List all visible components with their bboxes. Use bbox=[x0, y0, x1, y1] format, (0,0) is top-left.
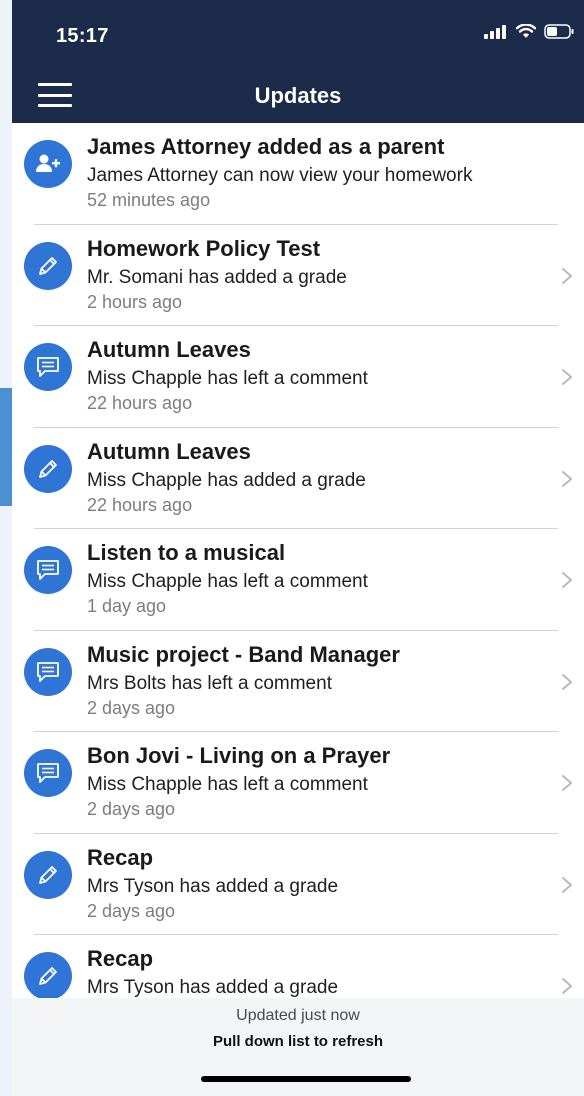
wifi-icon bbox=[516, 24, 536, 38]
left-edge-tab bbox=[0, 388, 12, 506]
update-timestamp: 2 days ago bbox=[87, 799, 176, 819]
update-subtitle: Mr. Somani has added a grade bbox=[87, 266, 347, 288]
update-title: Music project - Band Manager bbox=[87, 641, 400, 667]
update-row[interactable]: Autumn Leaves Miss Chapple has left a com… bbox=[12, 326, 584, 428]
comment-icon bbox=[24, 343, 72, 391]
signal-icon bbox=[484, 24, 506, 39]
pencil-icon bbox=[24, 952, 72, 998]
update-row[interactable]: Listen to a musical Miss Chapple has left… bbox=[12, 529, 584, 631]
update-subtitle: Miss Chapple has left a comment bbox=[87, 571, 368, 592]
phone-screen: 15:17 Updates James Attorney added as a … bbox=[12, 0, 584, 1096]
update-subtitle: Miss Chapple has added a grade bbox=[87, 469, 366, 491]
update-title: Bon Jovi - Living on a Prayer bbox=[87, 743, 391, 768]
page-title: Updates bbox=[254, 83, 342, 108]
comment-icon bbox=[24, 647, 72, 696]
chevron-right-icon bbox=[562, 572, 572, 588]
status-bar: 15:17 bbox=[12, 0, 584, 68]
update-timestamp: 22 hours ago bbox=[87, 494, 193, 515]
navigation-bar: Updates bbox=[12, 68, 584, 123]
status-time: 15:17 bbox=[56, 25, 109, 47]
chevron-right-icon bbox=[562, 673, 572, 690]
update-timestamp: 1 day ago bbox=[87, 596, 167, 616]
update-subtitle: Mrs Tyson has added a grade bbox=[87, 977, 339, 998]
comment-icon bbox=[24, 546, 72, 594]
chevron-right-icon bbox=[562, 775, 572, 791]
update-row[interactable]: Autumn Leaves Miss Chapple has added a gr… bbox=[12, 428, 584, 529]
update-title: Recap bbox=[87, 844, 154, 870]
chevron-right-icon bbox=[562, 369, 572, 385]
pencil-icon bbox=[24, 444, 72, 493]
update-row[interactable]: Homework Policy Test Mr. Somani has added… bbox=[12, 225, 584, 326]
update-title: Listen to a musical bbox=[87, 540, 286, 565]
refresh-footer: Updated just now Pull down list to refre… bbox=[12, 998, 584, 1096]
chevron-right-icon bbox=[562, 267, 572, 284]
last-updated-text: Updated just now bbox=[236, 1007, 360, 1024]
home-indicator[interactable] bbox=[201, 1076, 411, 1082]
update-title: Recap bbox=[87, 946, 154, 971]
chevron-right-icon bbox=[562, 470, 572, 487]
update-subtitle: Mrs Bolts has left a comment bbox=[87, 672, 332, 694]
update-title: Homework Policy Test bbox=[87, 235, 321, 261]
chevron-right-icon bbox=[562, 876, 572, 893]
pull-to-refresh-hint: Pull down list to refresh bbox=[212, 1033, 384, 1050]
update-timestamp: 22 hours ago bbox=[87, 393, 193, 413]
update-row[interactable]: Recap Mrs Tyson has added a grade bbox=[12, 935, 584, 998]
pencil-icon bbox=[24, 850, 72, 899]
updates-list[interactable]: James Attorney added as a parent James At… bbox=[12, 123, 584, 998]
update-row[interactable]: James Attorney added as a parent James At… bbox=[12, 123, 584, 225]
update-subtitle: Miss Chapple has left a comment bbox=[87, 774, 368, 795]
add-user-icon bbox=[24, 140, 72, 188]
chevron-right-icon bbox=[562, 978, 572, 994]
update-row[interactable]: Recap Mrs Tyson has added a grade 2 days a… bbox=[12, 834, 584, 935]
update-subtitle: Mrs Tyson has added a grade bbox=[87, 875, 339, 897]
update-subtitle: Miss Chapple has left a comment bbox=[87, 368, 368, 389]
update-title: James Attorney added as a parent bbox=[87, 134, 445, 159]
update-row[interactable]: Music project - Band Manager Mrs Bolts ha… bbox=[12, 631, 584, 732]
battery-icon bbox=[544, 24, 574, 39]
update-timestamp: 2 days ago bbox=[87, 697, 176, 718]
update-timestamp: 2 hours ago bbox=[87, 291, 183, 312]
status-icons bbox=[484, 24, 574, 39]
left-edge-strip bbox=[0, 0, 12, 1096]
pencil-icon bbox=[24, 241, 72, 290]
update-row[interactable]: Bon Jovi - Living on a Prayer Miss Chappl… bbox=[12, 732, 584, 834]
comment-icon bbox=[24, 749, 72, 797]
update-subtitle: James Attorney can now view your homewor… bbox=[87, 165, 473, 186]
update-title: Autumn Leaves bbox=[87, 438, 251, 464]
update-title: Autumn Leaves bbox=[87, 337, 251, 362]
update-timestamp: 2 days ago bbox=[87, 900, 176, 921]
update-timestamp: 52 minutes ago bbox=[87, 190, 211, 210]
